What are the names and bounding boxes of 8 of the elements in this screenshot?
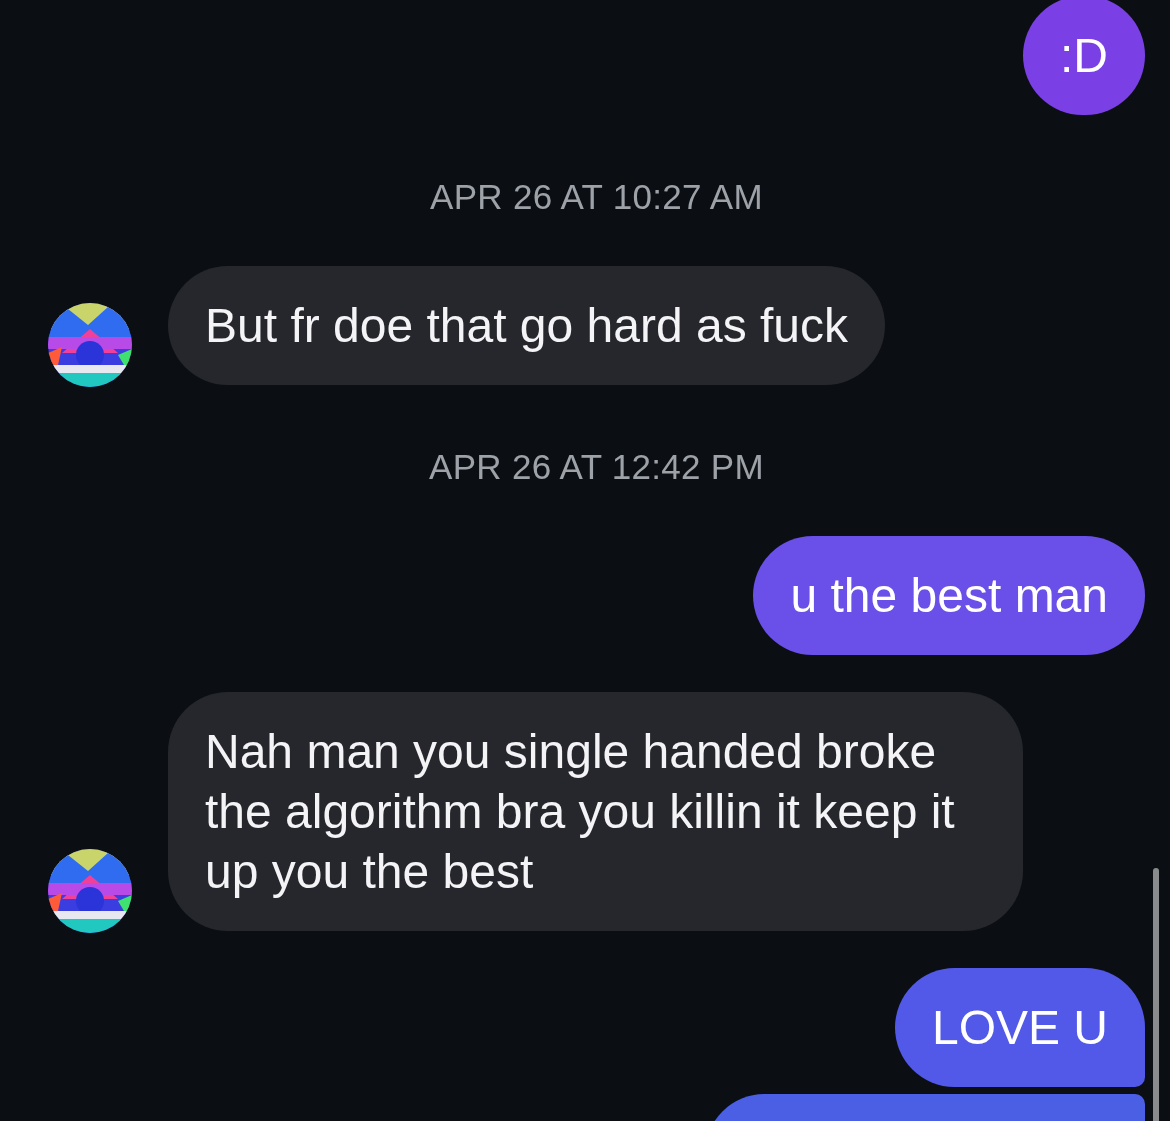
- message-bubble: u the best man: [753, 536, 1145, 655]
- message-bubble: But fr doe that go hard as fuck: [168, 266, 886, 385]
- message-bubble: :D: [1023, 0, 1145, 115]
- timestamp: APR 26 AT 10:27 AM: [430, 179, 763, 215]
- scrollbar[interactable]: [1153, 868, 1159, 1121]
- message-bubble: LOVE U: [894, 968, 1145, 1087]
- message-bubble: Nah man you single handed broke the algorithm bra you killin it keep it up you the best: [168, 692, 1023, 931]
- timestamp: APR 26 AT 12:42 PM: [429, 449, 764, 485]
